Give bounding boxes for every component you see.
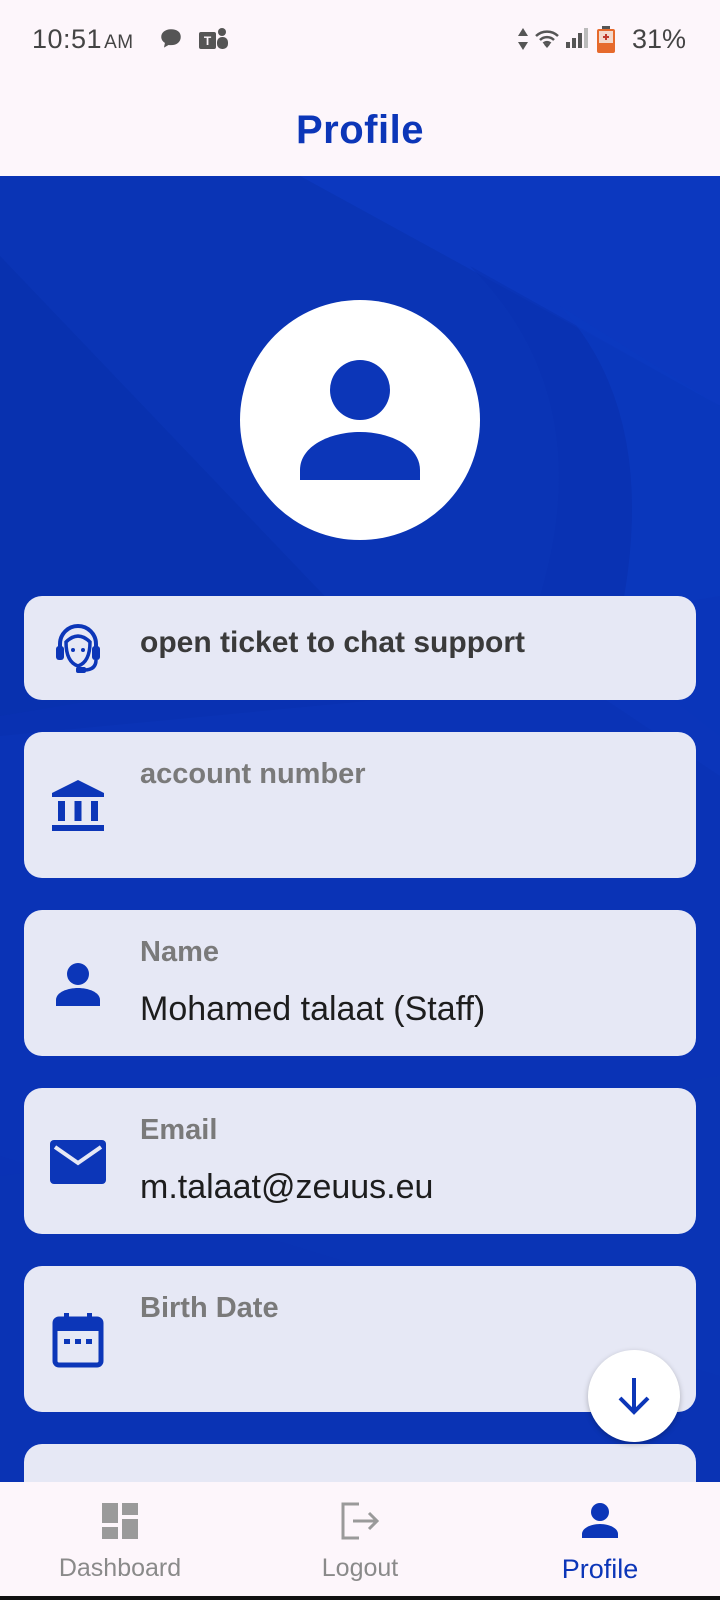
nav-label-profile: Profile bbox=[561, 1554, 639, 1584]
chat-support-label: open ticket to chat support bbox=[140, 626, 526, 659]
nav-item-dashboard[interactable]: Dashboard bbox=[0, 1482, 240, 1600]
person-icon bbox=[300, 360, 420, 480]
svg-text:T: T bbox=[204, 34, 212, 48]
status-time-ampm: AM bbox=[104, 32, 134, 53]
teams-icon: T bbox=[198, 26, 230, 59]
avatar[interactable] bbox=[240, 300, 480, 540]
signal-icon bbox=[564, 26, 590, 57]
mail-icon bbox=[48, 1132, 108, 1192]
nav-label-dashboard: Dashboard bbox=[58, 1554, 182, 1582]
person-icon bbox=[48, 954, 108, 1014]
status-time: 10:51 AM bbox=[32, 24, 134, 55]
wifi-icon bbox=[532, 26, 562, 57]
nav-item-logout[interactable]: Logout bbox=[240, 1482, 480, 1600]
status-bar: 10:51 AM T 31% bbox=[0, 0, 720, 84]
app-header: Profile bbox=[0, 84, 720, 176]
profile-content[interactable]: open ticket to chat support account numb… bbox=[0, 176, 720, 1482]
battery-percent: 31% bbox=[631, 24, 686, 54]
name-value: Mohamed talaat (Staff) bbox=[140, 990, 486, 1028]
bottom-navigation: Dashboard Logout Profile bbox=[0, 1482, 720, 1600]
scroll-down-button[interactable] bbox=[588, 1350, 680, 1442]
chat-support-card[interactable]: open ticket to chat support bbox=[24, 596, 696, 700]
chat-bubble-icon bbox=[158, 26, 184, 57]
account-number-card[interactable]: account number bbox=[24, 732, 696, 878]
data-arrows-icon bbox=[516, 26, 530, 57]
battery-icon bbox=[596, 26, 616, 59]
gesture-bar bbox=[0, 1596, 720, 1600]
birth-date-label: Birth Date bbox=[140, 1292, 279, 1324]
next-card[interactable] bbox=[24, 1444, 696, 1482]
page-title: Profile bbox=[296, 107, 424, 152]
email-label: Email bbox=[140, 1114, 218, 1146]
email-value: m.talaat@zeuus.eu bbox=[140, 1168, 434, 1206]
person-icon bbox=[581, 1500, 619, 1542]
account-number-label: account number bbox=[140, 758, 366, 790]
nav-item-profile[interactable]: Profile bbox=[480, 1482, 720, 1600]
bank-icon bbox=[48, 776, 108, 836]
arrow-down-icon bbox=[618, 1378, 650, 1415]
nav-label-logout: Logout bbox=[321, 1554, 399, 1582]
name-card[interactable]: Name Mohamed talaat (Staff) bbox=[24, 910, 696, 1056]
name-label: Name bbox=[140, 936, 219, 968]
status-time-value: 10:51 bbox=[32, 24, 103, 54]
logout-icon bbox=[339, 1500, 381, 1542]
dashboard-icon bbox=[101, 1500, 139, 1542]
email-card[interactable]: Email m.talaat@zeuus.eu bbox=[24, 1088, 696, 1234]
headset-agent-icon bbox=[48, 618, 108, 678]
calendar-icon bbox=[48, 1310, 108, 1370]
